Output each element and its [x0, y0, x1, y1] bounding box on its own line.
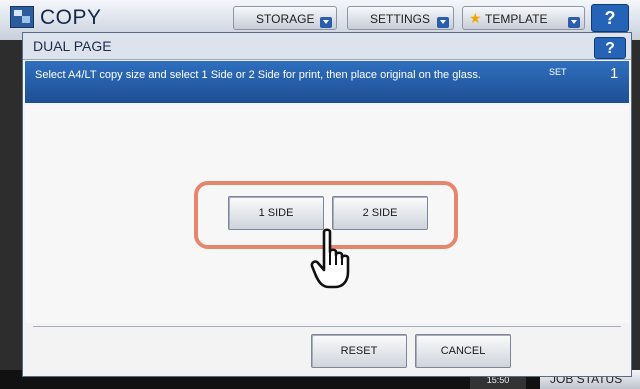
background-panel-left — [0, 40, 22, 389]
tab-template-label: TEMPLATE — [485, 12, 548, 26]
tab-settings-label: SETTINGS — [370, 12, 431, 26]
instruction-banner: Select A4/LT copy size and select 1 Side… — [25, 61, 629, 103]
instruction-text: Select A4/LT copy size and select 1 Side… — [35, 69, 481, 81]
copy-app-icon — [10, 6, 34, 28]
one-side-button[interactable]: 1 SIDE — [228, 196, 324, 230]
set-label: SET — [549, 67, 567, 77]
tab-settings[interactable]: SETTINGS — [347, 6, 454, 30]
dialog-title-bar: DUAL PAGE ? — [23, 33, 631, 60]
pointing-hand-icon — [310, 228, 350, 289]
reset-button[interactable]: RESET — [311, 334, 407, 368]
help-button[interactable]: ? — [591, 4, 629, 32]
app-title: COPY — [40, 6, 102, 29]
divider — [33, 326, 621, 327]
dropdown-arrow-icon — [437, 17, 449, 28]
background-panel-right — [632, 40, 640, 389]
tab-template[interactable]: ★ TEMPLATE — [462, 6, 585, 30]
dialog-title: DUAL PAGE — [33, 38, 112, 54]
tab-storage-label: STORAGE — [256, 12, 315, 26]
tab-storage[interactable]: STORAGE — [233, 6, 337, 30]
dialog-help-button[interactable]: ? — [594, 37, 626, 59]
dropdown-arrow-icon — [320, 17, 332, 28]
star-icon: ★ — [469, 10, 482, 26]
dropdown-arrow-icon — [568, 17, 580, 28]
cancel-button[interactable]: CANCEL — [415, 334, 511, 368]
two-side-button[interactable]: 2 SIDE — [332, 196, 428, 230]
set-count: 1 — [610, 65, 619, 82]
